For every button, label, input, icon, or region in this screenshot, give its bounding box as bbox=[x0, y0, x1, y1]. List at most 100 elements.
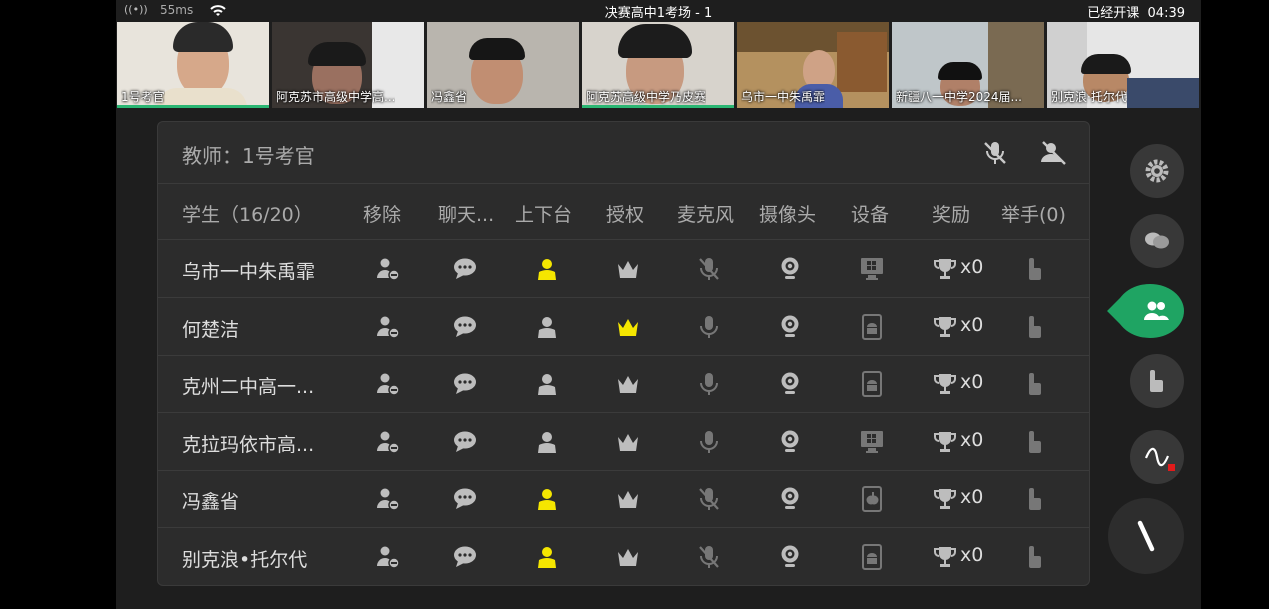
mic-muted-icon[interactable] bbox=[694, 254, 724, 284]
video-name: 乌市一中朱禹霏 bbox=[741, 90, 826, 104]
camera-icon[interactable] bbox=[775, 484, 805, 514]
column-header-device: 设备 bbox=[851, 204, 890, 226]
raise-hand-icon bbox=[1020, 542, 1050, 572]
authorize-crown-icon[interactable] bbox=[613, 254, 643, 284]
mic-icon[interactable] bbox=[694, 427, 724, 457]
mic-icon[interactable] bbox=[694, 369, 724, 399]
video-name: 新疆八一中学2024届... bbox=[896, 90, 1022, 104]
camera-icon[interactable] bbox=[775, 312, 805, 342]
authorize-crown-icon[interactable] bbox=[613, 369, 643, 399]
chat-icon[interactable] bbox=[450, 369, 480, 399]
trophy-icon[interactable] bbox=[930, 427, 960, 457]
column-header-raise-hand: 举手(0) bbox=[1001, 204, 1066, 226]
column-header-reward: 奖励 bbox=[932, 204, 971, 226]
chat-icon[interactable] bbox=[450, 484, 480, 514]
student-row: 何楚洁 x0 bbox=[158, 298, 1089, 356]
reward-count: x0 bbox=[960, 486, 984, 508]
panel-header: 教师：1号考官 bbox=[158, 122, 1089, 184]
camera-icon[interactable] bbox=[775, 427, 805, 457]
windows-icon bbox=[857, 427, 887, 457]
trophy-icon[interactable] bbox=[930, 484, 960, 514]
student-row: 克拉玛依市高... x0 bbox=[158, 413, 1089, 471]
reward-count: x0 bbox=[960, 256, 984, 278]
chat-panel-button[interactable] bbox=[1130, 214, 1184, 268]
disable-all-camera-icon[interactable] bbox=[1038, 138, 1068, 168]
apple-icon bbox=[857, 484, 887, 514]
video-tile[interactable]: 1号考官 bbox=[117, 22, 269, 108]
members-tab-button[interactable] bbox=[1107, 284, 1184, 338]
camera-icon[interactable] bbox=[775, 369, 805, 399]
authorize-crown-icon[interactable] bbox=[613, 427, 643, 457]
remove-student-icon[interactable] bbox=[373, 312, 403, 342]
status-bar: ((•)) 55ms 决赛高中1考场 - 1 已经开课 04:39 bbox=[116, 0, 1201, 21]
gear-icon bbox=[1145, 159, 1169, 183]
on-stage-icon[interactable] bbox=[532, 484, 562, 514]
trophy-icon[interactable] bbox=[930, 254, 960, 284]
video-tile[interactable]: 冯鑫省 bbox=[427, 22, 579, 108]
wave-icon bbox=[1144, 447, 1170, 467]
video-name: 冯鑫省 bbox=[431, 90, 468, 104]
student-name: 别克浪•托尔代 bbox=[182, 548, 308, 571]
remove-student-icon[interactable] bbox=[373, 542, 403, 572]
raise-hand-button[interactable] bbox=[1130, 354, 1184, 408]
raise-hand-icon bbox=[1020, 427, 1050, 457]
column-header-mic: 麦克风 bbox=[677, 204, 735, 226]
chat-icon[interactable] bbox=[450, 254, 480, 284]
windows-icon bbox=[857, 254, 887, 284]
mute-all-mic-icon[interactable] bbox=[980, 138, 1010, 168]
student-row: 别克浪•托尔代 x0 bbox=[158, 528, 1089, 585]
mic-muted-icon[interactable] bbox=[694, 542, 724, 572]
whiteboard-button[interactable] bbox=[1130, 430, 1184, 484]
reward-count: x0 bbox=[960, 428, 984, 451]
draw-tool-button[interactable] bbox=[1108, 498, 1184, 574]
column-header-student: 学生（16/20） bbox=[182, 204, 313, 226]
remove-student-icon[interactable] bbox=[373, 369, 403, 399]
authorize-crown-icon[interactable] bbox=[613, 484, 643, 514]
on-stage-icon[interactable] bbox=[532, 542, 562, 572]
video-tile[interactable]: 别克浪·托尔代 bbox=[1047, 22, 1199, 108]
student-row: 乌市一中朱禹霏 x0 bbox=[158, 240, 1089, 298]
class-time: 04:39 bbox=[1147, 6, 1185, 21]
raise-hand-icon bbox=[1020, 484, 1050, 514]
student-row: 冯鑫省 x0 bbox=[158, 470, 1089, 528]
video-strip: 1号考官 阿克苏市高级中学高... 冯鑫省 阿克苏高级中学乃皮赛 乌市一中朱禹霏 bbox=[116, 22, 1201, 108]
authorize-crown-icon[interactable] bbox=[613, 312, 643, 342]
chat-icon[interactable] bbox=[450, 427, 480, 457]
student-name: 克拉玛依市高... bbox=[182, 433, 315, 456]
video-tile[interactable]: 阿克苏市高级中学高... bbox=[272, 22, 424, 108]
mic-muted-icon[interactable] bbox=[694, 484, 724, 514]
remove-student-icon[interactable] bbox=[373, 427, 403, 457]
trophy-icon[interactable] bbox=[930, 542, 960, 572]
off-stage-icon[interactable] bbox=[532, 427, 562, 457]
chat-icon[interactable] bbox=[450, 312, 480, 342]
classroom-app: ((•)) 55ms 决赛高中1考场 - 1 已经开课 04:39 1号考官 阿… bbox=[116, 0, 1201, 609]
raise-hand-icon bbox=[1150, 370, 1163, 392]
members-icon bbox=[1144, 301, 1169, 320]
mic-icon[interactable] bbox=[694, 312, 724, 342]
column-header-remove: 移除 bbox=[363, 204, 402, 226]
video-name: 别克浪·托尔代 bbox=[1051, 90, 1127, 104]
video-tile[interactable]: 阿克苏高级中学乃皮赛 bbox=[582, 22, 734, 108]
raise-hand-icon bbox=[1020, 369, 1050, 399]
camera-icon[interactable] bbox=[775, 542, 805, 572]
on-stage-icon[interactable] bbox=[532, 254, 562, 284]
trophy-icon[interactable] bbox=[930, 312, 960, 342]
video-tile[interactable]: 新疆八一中学2024届... bbox=[892, 22, 1044, 108]
video-tile[interactable]: 乌市一中朱禹霏 bbox=[737, 22, 889, 108]
reward-count: x0 bbox=[960, 543, 984, 566]
remove-student-icon[interactable] bbox=[373, 254, 403, 284]
chat-icon[interactable] bbox=[450, 542, 480, 572]
authorize-crown-icon[interactable] bbox=[613, 542, 643, 572]
android-icon bbox=[857, 369, 887, 399]
settings-button[interactable] bbox=[1130, 144, 1184, 198]
column-headers: 学生（16/20） 移除 聊天... 上下台 授权 麦克风 摄像头 设备 奖励 … bbox=[158, 184, 1089, 240]
room-title: 决赛高中1考场 - 1 bbox=[604, 6, 713, 21]
off-stage-icon[interactable] bbox=[532, 369, 562, 399]
trophy-icon[interactable] bbox=[930, 369, 960, 399]
camera-icon[interactable] bbox=[775, 254, 805, 284]
class-status: 已经开课 04:39 bbox=[1087, 2, 1185, 21]
column-header-chat: 聊天... bbox=[438, 204, 495, 226]
off-stage-icon[interactable] bbox=[532, 312, 562, 342]
student-row: 克州二中高一... x0 bbox=[158, 355, 1089, 413]
remove-student-icon[interactable] bbox=[373, 484, 403, 514]
